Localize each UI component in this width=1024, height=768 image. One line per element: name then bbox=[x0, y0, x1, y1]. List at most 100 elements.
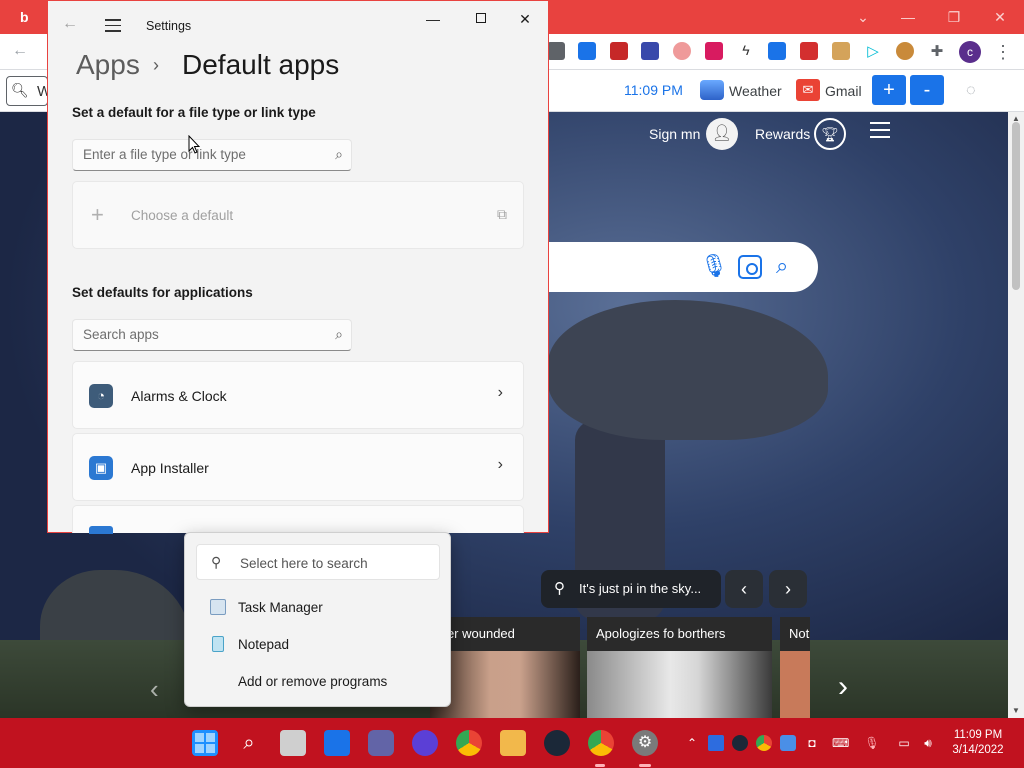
restore-icon[interactable]: ❐ bbox=[943, 6, 965, 28]
choose-default-card[interactable]: + Choose a default ⧉ bbox=[72, 181, 524, 249]
menu-item-label: Add or remove programs bbox=[238, 674, 388, 689]
firefox-icon[interactable] bbox=[412, 730, 438, 756]
profile-avatar[interactable]: c bbox=[959, 41, 981, 63]
image-icon[interactable] bbox=[705, 42, 723, 60]
context-search-input[interactable]: ⚲ Select here to search bbox=[196, 544, 440, 580]
user-icon[interactable]: 👤︎ bbox=[706, 118, 738, 150]
sign-in-link[interactable]: Sign mn bbox=[649, 126, 700, 142]
extension-red-icon[interactable] bbox=[610, 42, 628, 60]
more-menu-icon[interactable]: ⋮ bbox=[994, 42, 1012, 62]
puzzle-icon[interactable] bbox=[768, 42, 786, 60]
task-manager-icon bbox=[210, 599, 226, 615]
image-info-pill[interactable]: ⚲ It's just pi in the sky... bbox=[541, 570, 721, 608]
chevron-down-icon[interactable]: ⌄ bbox=[852, 6, 874, 28]
search-icon[interactable]: ⌕ bbox=[236, 730, 262, 756]
search-icon: ⌕ bbox=[335, 146, 343, 162]
page-scrollbar[interactable]: ▲ ▼ bbox=[1008, 112, 1024, 718]
puzzle-blue-icon[interactable] bbox=[578, 42, 596, 60]
gmail-icon[interactable]: ✉ bbox=[796, 79, 820, 101]
chrome-tray-icon[interactable] bbox=[756, 735, 772, 751]
clock-bookmark[interactable]: 11:09 PM bbox=[624, 82, 683, 98]
gmail-bookmark[interactable]: Gmail bbox=[825, 83, 862, 99]
extension-s-icon[interactable] bbox=[547, 42, 565, 60]
keyboard-icon[interactable]: ⌨ bbox=[832, 735, 849, 751]
search-apps-input[interactable]: Search apps ⌕ bbox=[72, 319, 352, 351]
settings-active-indicator bbox=[639, 764, 651, 767]
weather-icon[interactable] bbox=[700, 80, 724, 100]
menu-item-notepad[interactable]: Notepad bbox=[185, 627, 450, 663]
news-previous-icon[interactable]: ‹ bbox=[150, 674, 159, 705]
webcam-icon[interactable]: ◘ bbox=[804, 735, 820, 751]
taskbar-clock[interactable]: 11:09 PM 3/14/2022 bbox=[950, 728, 1006, 758]
settings-gear-icon[interactable]: ⚙ bbox=[632, 730, 658, 756]
display-icon[interactable]: ▭ bbox=[896, 735, 912, 751]
lightning-icon[interactable]: ϟ bbox=[737, 42, 755, 60]
file-explorer-icon[interactable] bbox=[500, 730, 526, 756]
menu-item-label: Notepad bbox=[238, 637, 290, 652]
news-next-icon[interactable]: › bbox=[838, 670, 848, 704]
chevron-up-icon[interactable]: ⌃ bbox=[684, 735, 700, 751]
rewards-link[interactable]: Rewards bbox=[755, 126, 810, 142]
search-icon: ⚲ bbox=[211, 554, 222, 570]
card-icon[interactable] bbox=[800, 42, 818, 60]
task-view-icon[interactable] bbox=[280, 730, 306, 756]
mouse-cursor-icon bbox=[188, 135, 200, 154]
news-card[interactable]: rter wounded bbox=[430, 617, 580, 718]
grid-icon[interactable] bbox=[641, 42, 659, 60]
navigation-menu-icon[interactable] bbox=[105, 19, 121, 32]
package-icon: ▣ bbox=[89, 456, 113, 480]
notepad-icon bbox=[212, 636, 224, 652]
microphone-icon[interactable]: 🎙︎ bbox=[700, 253, 728, 279]
minimize-icon[interactable]: — bbox=[416, 9, 450, 29]
steam-icon[interactable] bbox=[544, 730, 570, 756]
doge-icon[interactable] bbox=[832, 42, 850, 60]
back-arrow-icon[interactable]: ← bbox=[62, 15, 78, 33]
chat-icon[interactable] bbox=[368, 730, 394, 756]
volume-icon[interactable]: 🔊︎ bbox=[920, 735, 936, 751]
steam-tray-icon[interactable] bbox=[732, 735, 748, 751]
apps-heading: Set defaults for applications bbox=[72, 285, 253, 300]
weather-bookmark[interactable]: Weather bbox=[729, 83, 782, 99]
settings-window: ← Settings — ✕ Apps › Default apps Set a… bbox=[47, 0, 549, 534]
file-type-search-input[interactable]: Enter a file type or link type ⌕ bbox=[72, 139, 352, 171]
chrome-icon[interactable] bbox=[588, 730, 614, 756]
security-shield-icon[interactable] bbox=[708, 735, 724, 751]
close-icon[interactable]: ✕ bbox=[989, 6, 1011, 28]
extensions-icon[interactable]: ✚ bbox=[928, 42, 946, 60]
zoom-in-button[interactable]: + bbox=[872, 75, 906, 105]
app-item-app-installer[interactable]: ▣ App Installer › bbox=[72, 433, 524, 501]
app-item-partial[interactable] bbox=[72, 505, 524, 534]
scroll-down-icon[interactable]: ▼ bbox=[1012, 706, 1020, 715]
microphone-icon[interactable]: 🎙︎ bbox=[864, 735, 880, 751]
cookie-icon[interactable] bbox=[896, 42, 914, 60]
bing-tab-icon[interactable]: b bbox=[20, 9, 34, 25]
eye-slash-icon[interactable]: ◌ bbox=[966, 82, 976, 100]
next-image-button[interactable]: › bbox=[769, 570, 807, 608]
previous-image-button[interactable]: ‹ bbox=[725, 570, 763, 608]
minimize-icon[interactable]: — bbox=[897, 6, 919, 28]
back-arrow-icon[interactable]: ← bbox=[12, 42, 28, 60]
windows-start-icon[interactable] bbox=[192, 730, 218, 756]
scrollbar-thumb[interactable] bbox=[1012, 122, 1020, 290]
app-item-alarms-clock[interactable]: ◔ Alarms & Clock › bbox=[72, 361, 524, 429]
search-icon: ⌕ bbox=[335, 326, 343, 342]
flag-icon[interactable] bbox=[673, 42, 691, 60]
address-bar[interactable]: 🔍︎ W bbox=[6, 76, 51, 106]
menu-item-task-manager[interactable]: Task Manager bbox=[185, 590, 450, 626]
defender-icon[interactable] bbox=[780, 735, 796, 751]
news-card[interactable]: Apologizes fo borthers bbox=[587, 617, 772, 718]
zoom-out-button[interactable]: - bbox=[910, 75, 944, 105]
maximize-icon[interactable] bbox=[476, 13, 486, 23]
play-icon[interactable]: ▷ bbox=[864, 42, 882, 60]
widgets-icon[interactable] bbox=[324, 730, 350, 756]
visual-search-icon[interactable] bbox=[738, 255, 762, 279]
breadcrumb-apps[interactable]: Apps bbox=[76, 49, 140, 81]
news-card[interactable]: Not bbox=[780, 617, 810, 718]
trophy-icon[interactable]: 🏆︎ bbox=[814, 118, 846, 150]
hamburger-menu-icon[interactable] bbox=[870, 122, 890, 138]
menu-item-label: Task Manager bbox=[238, 600, 323, 615]
chrome-icon[interactable] bbox=[456, 730, 482, 756]
menu-item-add-remove-programs[interactable]: Add or remove programs bbox=[185, 664, 450, 700]
search-icon[interactable]: ⌕ bbox=[776, 253, 788, 279]
close-icon[interactable]: ✕ bbox=[508, 9, 542, 29]
